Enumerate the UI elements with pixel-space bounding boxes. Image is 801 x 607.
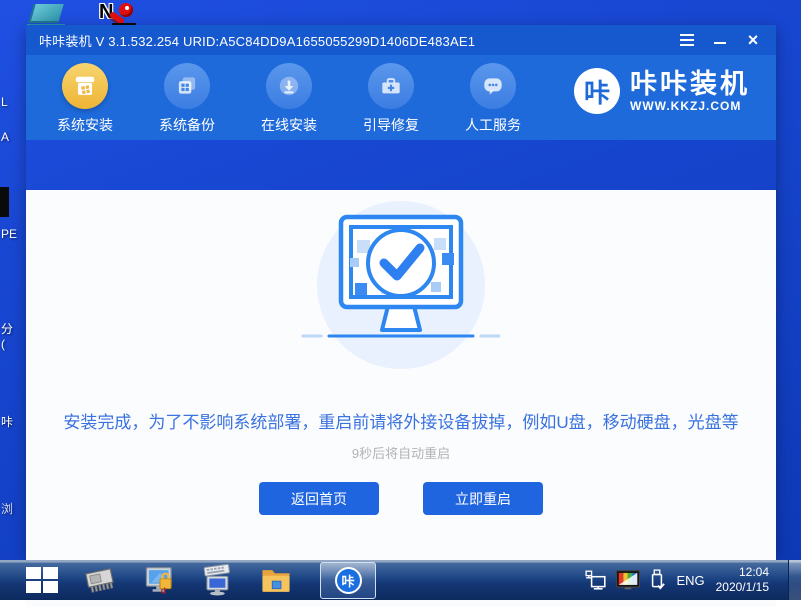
kaka-app-icon: 咔 <box>335 567 362 594</box>
toolbox-icon <box>368 63 414 109</box>
brand-mark-icon: 咔 <box>574 68 620 114</box>
edge-label: 分 <box>1 320 13 337</box>
keyboard-monitor-icon[interactable] <box>202 564 234 596</box>
taskbar-left: d <box>26 562 376 599</box>
display-icon[interactable] <box>28 4 63 23</box>
nav-item-boot-repair[interactable]: 引导修复 <box>360 63 422 140</box>
usb-icon[interactable] <box>649 569 665 591</box>
start-button-icon[interactable] <box>26 567 58 594</box>
nav-label: 引导修复 <box>360 115 422 135</box>
nav-item-system-backup[interactable]: 系统备份 <box>156 63 218 140</box>
window-title: 咔咔装机 V 3.1.532.254 URID:A5C84DD9A1655055… <box>26 31 475 50</box>
button-row: 返回首页 立即重启 <box>26 482 776 515</box>
install-box-icon <box>62 63 108 109</box>
monitor-lock-icon[interactable]: d <box>144 565 176 595</box>
nav-item-online-install[interactable]: 在线安装 <box>258 63 320 140</box>
nav-bar: 系统安装 系统备份 <box>26 55 776 140</box>
nav-label: 系统备份 <box>156 115 218 135</box>
nav-label: 在线安装 <box>258 115 320 135</box>
svg-text:d: d <box>161 586 166 595</box>
kaka-installer-window: 咔咔装机 V 3.1.532.254 URID:A5C84DD9A1655055… <box>26 25 776 557</box>
clock-date: 2020/1/15 <box>716 580 769 595</box>
minimize-icon[interactable] <box>712 32 728 48</box>
show-desktop-button[interactable] <box>788 560 801 600</box>
nav-item-system-install[interactable]: 系统安装 <box>54 63 116 140</box>
download-icon <box>266 63 312 109</box>
menu-icon[interactable] <box>679 32 695 48</box>
edge-label: PE <box>1 227 17 241</box>
home-button[interactable]: 返回首页 <box>259 482 379 515</box>
brand-logo: 咔 咔咔装机 WWW.KKZJ.COM <box>574 68 750 114</box>
key-hole <box>125 6 129 10</box>
display-color-icon[interactable] <box>616 570 640 590</box>
folder-icon[interactable] <box>260 565 292 595</box>
system-tray: ENG 12:04 2020/1/15 <box>585 560 801 600</box>
main-content: 安装完成，为了不影响系统部署，重启前请将外接设备拔掉，例如U盘，移动硬盘，光盘等… <box>26 190 776 607</box>
clock-time: 12:04 <box>716 565 769 580</box>
edge-label: L <box>1 95 8 109</box>
nav-label: 系统安装 <box>54 115 116 135</box>
language-indicator[interactable]: ENG <box>676 573 704 588</box>
backup-panes-icon <box>164 63 210 109</box>
nav-item-support[interactable]: 人工服务 <box>462 63 524 140</box>
nav-label: 人工服务 <box>462 115 524 135</box>
network-icon[interactable] <box>585 570 607 590</box>
install-complete-message: 安装完成，为了不影响系统部署，重启前请将外接设备拔掉，例如U盘，移动硬盘，光盘等 <box>26 408 776 433</box>
restart-now-button[interactable]: 立即重启 <box>423 482 543 515</box>
password-key-icon[interactable]: N <box>99 1 139 25</box>
chat-icon <box>470 63 516 109</box>
edge-label: 浏 <box>1 500 13 517</box>
clock[interactable]: 12:04 2020/1/15 <box>716 565 769 595</box>
edge-icon-fragment <box>0 187 9 217</box>
edge-label: ( <box>1 337 5 351</box>
window-controls: × <box>679 32 776 48</box>
taskbar: d <box>0 560 801 600</box>
edge-label: A <box>1 130 9 144</box>
close-icon[interactable]: × <box>745 32 761 48</box>
brand-name: 咔咔装机 <box>630 70 750 99</box>
memory-chip-icon[interactable] <box>84 565 118 595</box>
edge-label: 咔 <box>1 413 13 430</box>
brand-site: WWW.KKZJ.COM <box>630 99 750 113</box>
desktop-background: N L A PE 分 ( 咔 浏 咔咔装机 V 3.1.532.254 URID… <box>0 0 801 600</box>
install-complete-illustration <box>271 190 531 380</box>
restart-countdown: 9秒后将自动重启 <box>26 443 776 462</box>
kaka-app-taskbar-button[interactable]: 咔 <box>320 562 376 599</box>
title-bar: 咔咔装机 V 3.1.532.254 URID:A5C84DD9A1655055… <box>26 25 776 55</box>
